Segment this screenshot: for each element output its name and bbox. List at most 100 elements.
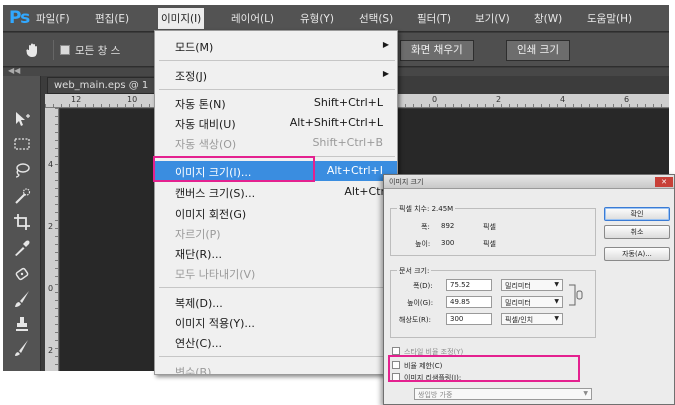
menu-mode[interactable]: 모드(M) ▶: [155, 36, 397, 56]
pixel-height-label: 높이:: [415, 240, 431, 248]
resample-method-select[interactable]: 쌍입방 가중 ▼: [414, 388, 592, 400]
menu-help[interactable]: 도움말(H): [587, 11, 632, 26]
menu-trim-label: 재단(R)...: [175, 248, 222, 261]
ruler-tick: 10: [127, 95, 138, 104]
menu-calculations-label: 연산(C)...: [175, 337, 222, 350]
menu-image[interactable]: 이미지(I): [158, 8, 205, 29]
menu-adjustments[interactable]: 조정(J) ▶: [155, 65, 397, 85]
history-brush-tool-icon[interactable]: [12, 338, 32, 358]
marquee-tool-icon[interactable]: [12, 134, 32, 154]
menu-duplicate-label: 복제(D)...: [175, 297, 223, 310]
menu-apply-image[interactable]: 이미지 적용(Y)...: [155, 312, 397, 332]
ruler-tick: 2: [48, 346, 54, 355]
eyedropper-tool-icon[interactable]: [12, 238, 32, 258]
ruler-tick: 2: [496, 95, 502, 104]
close-icon[interactable]: ✕: [655, 177, 673, 187]
menu-separator: [159, 60, 395, 61]
auto-button[interactable]: 자동(A)...: [604, 247, 670, 261]
doc-height-unit: 밀리미터: [505, 299, 531, 307]
menu-auto-color-shortcut: Shift+Ctrl+B: [312, 136, 383, 149]
ok-button[interactable]: 확인: [604, 207, 670, 221]
menu-separator: [159, 89, 395, 90]
menu-select[interactable]: 선택(S): [359, 11, 393, 26]
menu-crop: 자르기(P): [155, 223, 397, 243]
menu-reveal-all-label: 모두 나타내기(V): [175, 268, 256, 281]
lasso-tool-icon[interactable]: [12, 160, 32, 180]
document-size-group: 문서 크기: 폭(D): 75.52 밀리미터 ▼ 높이(G): 49.85 밀리…: [390, 266, 596, 338]
menu-type[interactable]: 유형(Y): [300, 11, 334, 26]
quick-select-tool-icon[interactable]: [12, 186, 32, 206]
document-size-title: 문서 크기:: [397, 266, 432, 276]
doc-height-label: 높이(G):: [407, 299, 434, 307]
pixel-width-label: 폭:: [421, 223, 430, 231]
dialog-title-bar: 이미지 크기 ✕: [384, 175, 674, 189]
resolution-unit-select[interactable]: 픽셀/인치 ▼: [501, 313, 563, 325]
pixel-height-unit: 픽셀: [483, 240, 496, 248]
menu-image-rotation-label: 이미지 회전(G): [175, 208, 247, 221]
menu-calculations[interactable]: 연산(C)...: [155, 332, 397, 352]
image-size-highlight-box: [153, 156, 315, 182]
pixel-width-unit: 픽셀: [483, 223, 496, 231]
menu-edit[interactable]: 편집(E): [95, 11, 129, 26]
all-windows-checkbox[interactable]: [60, 45, 70, 55]
scale-styles-checkbox[interactable]: [392, 347, 400, 355]
menu-variables-label: 변수(B): [175, 366, 212, 375]
resample-method: 쌍입방 가중: [418, 391, 453, 399]
healing-brush-tool-icon[interactable]: [12, 264, 32, 284]
menu-auto-color-label: 자동 색상(O): [175, 138, 237, 151]
options-separator: [53, 40, 54, 60]
pixel-dimensions-title: 픽셀 치수: 2.45M: [397, 204, 456, 214]
doc-height-input[interactable]: 49.85: [446, 296, 492, 308]
checkbox-highlight-box: [388, 355, 580, 382]
resolution-label: 해상도(R):: [399, 316, 432, 324]
resolution-unit: 픽셀/인치: [505, 316, 534, 324]
hand-tool-icon[interactable]: [24, 41, 42, 59]
ruler-tick: 12: [71, 95, 82, 104]
brush-tool-icon[interactable]: [12, 289, 32, 309]
move-tool-icon[interactable]: [12, 109, 32, 129]
menu-variables: 변수(B): [155, 361, 397, 375]
vertical-ruler: 4 2 0 2: [45, 108, 59, 371]
tools-panel: [3, 76, 41, 371]
menu-auto-tone-shortcut: Shift+Ctrl+L: [313, 96, 383, 109]
clone-stamp-tool-icon[interactable]: [12, 314, 32, 334]
dialog-title: 이미지 크기: [389, 178, 424, 186]
menu-layer[interactable]: 레이어(L): [231, 11, 274, 26]
collapse-arrows-icon[interactable]: ◀◀: [8, 66, 20, 75]
menu-auto-tone[interactable]: 자동 톤(N) Shift+Ctrl+L: [155, 93, 397, 113]
menu-file[interactable]: 파일(F): [36, 11, 70, 26]
pixel-height-value: 300: [441, 239, 455, 247]
submenu-arrow-icon: ▶: [382, 69, 389, 78]
menu-image-size-shortcut: Alt+Ctrl+I: [326, 164, 383, 177]
menu-view[interactable]: 보기(V): [475, 11, 510, 26]
print-size-button[interactable]: 인쇄 크기: [506, 40, 570, 61]
menu-auto-contrast[interactable]: 자동 대비(U) Alt+Shift+Ctrl+L: [155, 113, 397, 133]
menu-separator: [159, 356, 395, 357]
menu-filter[interactable]: 필터(T): [417, 11, 451, 26]
dropdown-arrow-icon: ▼: [583, 390, 588, 397]
doc-width-input[interactable]: 75.52: [446, 279, 492, 291]
doc-height-unit-select[interactable]: 밀리미터 ▼: [501, 296, 563, 308]
pixel-dimensions-group: 픽셀 치수: 2.45M 폭: 892 픽셀 높이: 300 픽셀: [390, 204, 596, 256]
resolution-input[interactable]: 300: [446, 313, 492, 325]
document-tab[interactable]: web_main.eps @ 1: [47, 77, 167, 94]
menu-auto-color: 자동 색상(O) Shift+Ctrl+B: [155, 133, 397, 153]
menu-canvas-size[interactable]: 캔버스 크기(S)... Alt+Ctrl+C: [155, 182, 397, 202]
doc-width-label: 폭(D):: [413, 282, 433, 290]
submenu-arrow-icon: ▶: [382, 40, 389, 49]
menu-duplicate[interactable]: 복제(D)...: [155, 292, 397, 312]
menu-bar: Ps 파일(F) 편집(E) 이미지(I) 레이어(L) 유형(Y) 선택(S)…: [3, 5, 669, 32]
ruler-tick: 0: [48, 284, 54, 293]
menu-trim[interactable]: 재단(R)...: [155, 243, 397, 263]
fill-screen-button[interactable]: 화면 채우기: [400, 40, 474, 61]
ruler-tick: 0: [432, 95, 438, 104]
menu-image-rotation[interactable]: 이미지 회전(G): [155, 203, 397, 223]
menu-window[interactable]: 창(W): [534, 11, 562, 26]
doc-width-unit-select[interactable]: 밀리미터 ▼: [501, 279, 563, 291]
cancel-button[interactable]: 취소: [604, 225, 670, 239]
menu-auto-tone-label: 자동 톤(N): [175, 98, 226, 111]
menu-reveal-all: 모두 나타내기(V): [155, 263, 397, 283]
crop-tool-icon[interactable]: [12, 212, 32, 232]
ruler-tick: 4: [560, 95, 566, 104]
dropdown-arrow-icon: ▼: [554, 298, 559, 305]
